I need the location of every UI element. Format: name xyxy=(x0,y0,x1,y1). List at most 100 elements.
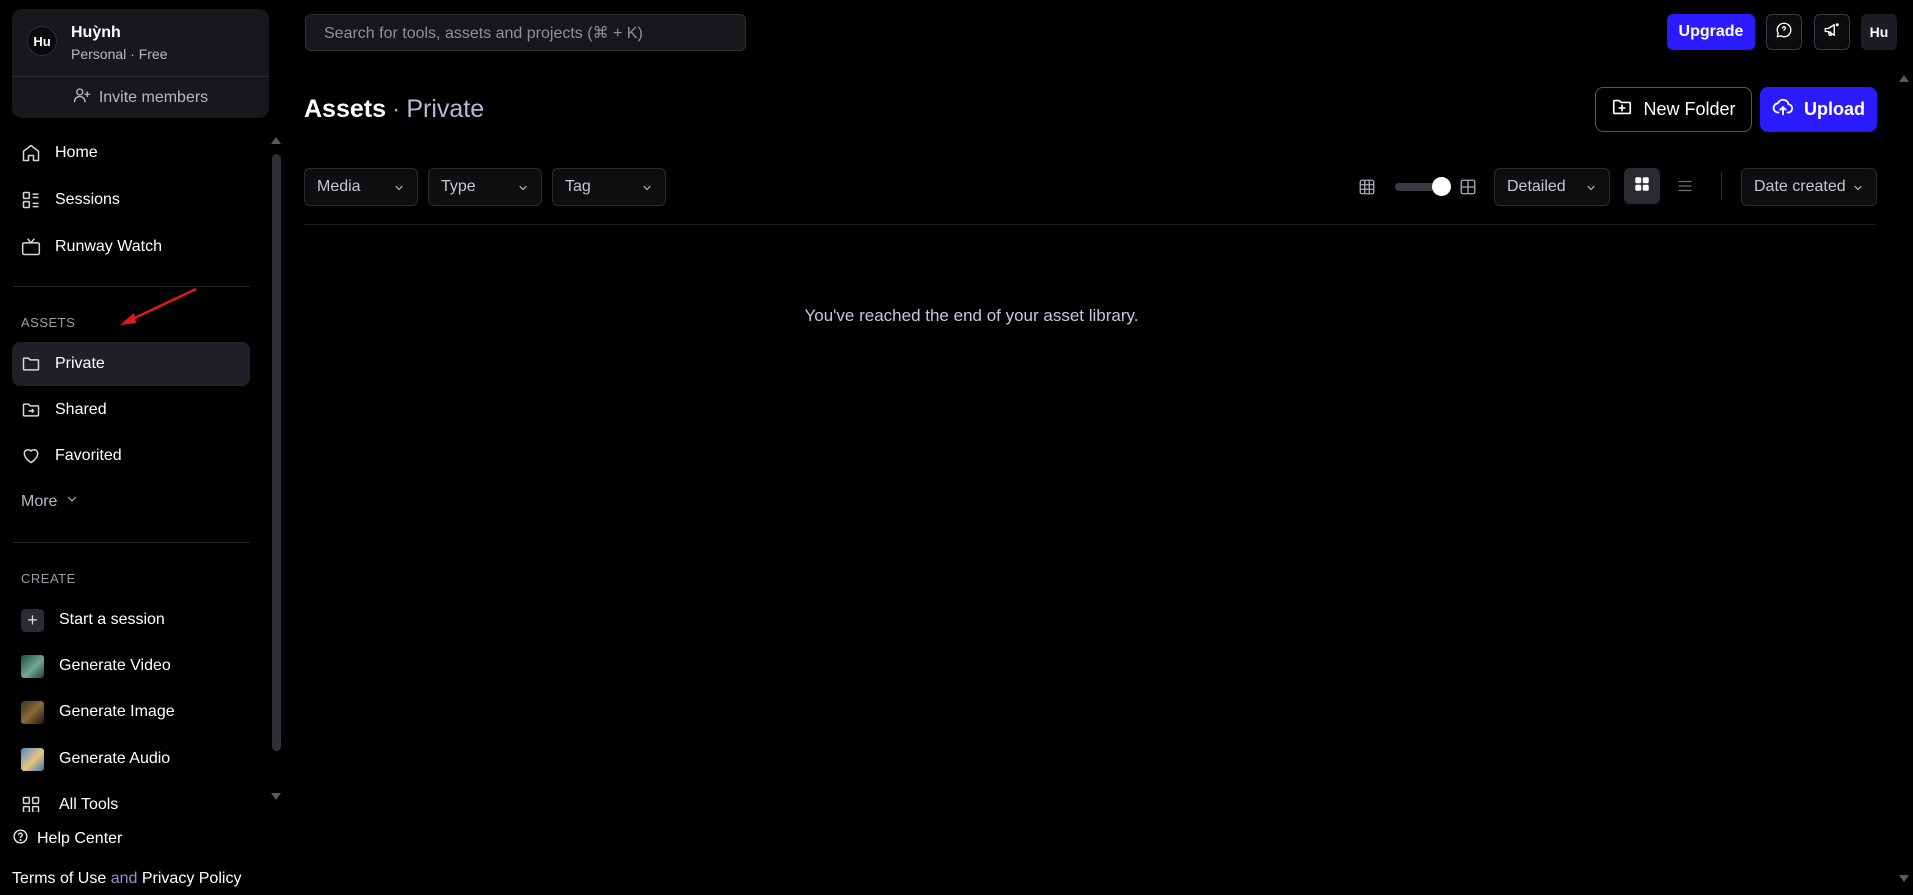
grid-view-icon xyxy=(1633,175,1651,198)
page-title-main: Assets xyxy=(304,95,386,123)
tag-filter-dropdown[interactable]: Tag xyxy=(552,168,666,206)
help-circle-icon xyxy=(12,828,29,850)
cloud-upload-icon xyxy=(1772,96,1794,123)
heart-icon xyxy=(21,446,41,466)
nav-private[interactable]: Private xyxy=(12,342,250,386)
upload-label: Upload xyxy=(1804,99,1865,119)
nav-favorited[interactable]: Favorited xyxy=(12,434,250,478)
upload-button[interactable]: Upload xyxy=(1760,87,1877,132)
chevron-down-icon xyxy=(65,492,79,511)
user-menu-button[interactable]: Hu xyxy=(1861,14,1897,50)
nav-generate-audio-label: Generate Audio xyxy=(59,750,171,767)
plus-icon: + xyxy=(21,609,44,632)
new-folder-label: New Folder xyxy=(1643,99,1736,119)
upgrade-button[interactable]: Upgrade xyxy=(1667,14,1755,50)
chevron-down-icon xyxy=(1854,185,1862,191)
shared-folder-icon xyxy=(21,400,41,420)
nav-runway-watch[interactable]: Runway Watch xyxy=(12,225,250,269)
nav-generate-video[interactable]: Generate Video xyxy=(12,644,250,688)
grid-view-button[interactable] xyxy=(1624,168,1660,204)
nav-all-tools-label: All Tools xyxy=(59,796,119,812)
terms-link[interactable]: Terms of Use xyxy=(12,870,106,887)
nav-start-session-label: Start a session xyxy=(59,611,165,628)
media-filter-label: Media xyxy=(317,178,361,195)
sidebar-scroll-up[interactable] xyxy=(271,137,281,144)
app-root: Hu Huỳnh Personal · Free Invite members … xyxy=(0,0,1913,895)
feedback-button[interactable] xyxy=(1766,14,1802,50)
video-thumbnail-icon xyxy=(21,655,44,678)
end-of-library-message: You've reached the end of your asset lib… xyxy=(804,306,1139,325)
sidebar-scrollbar[interactable] xyxy=(272,154,281,751)
list-view-icon[interactable] xyxy=(1676,177,1694,195)
invite-members-label: Invite members xyxy=(98,88,209,106)
sort-dropdown[interactable]: Date created xyxy=(1741,168,1877,206)
search-input[interactable]: Search for tools, assets and projects (⌘… xyxy=(305,14,746,51)
view-mode-dropdown[interactable]: Detailed xyxy=(1494,168,1610,206)
sidebar: Hu Huỳnh Personal · Free Invite members … xyxy=(0,0,290,895)
type-filter-dropdown[interactable]: Type xyxy=(428,168,542,206)
large-grid-icon[interactable] xyxy=(1459,178,1477,196)
more-toggle[interactable]: More xyxy=(21,492,79,511)
workspace-switcher[interactable]: Hu Huỳnh Personal · Free xyxy=(12,9,269,77)
sessions-icon xyxy=(21,190,41,210)
page-scroll-down[interactable] xyxy=(1899,875,1909,882)
empty-state: You've reached the end of your asset lib… xyxy=(0,306,1913,326)
nav-favorited-label: Favorited xyxy=(55,447,122,464)
legal-links: Terms of Use and Privacy Policy xyxy=(12,870,241,888)
folder-icon xyxy=(21,354,41,374)
workspace-name: Huỳnh xyxy=(71,24,121,41)
more-label: More xyxy=(21,492,58,510)
announcements-button[interactable] xyxy=(1814,14,1850,50)
nav-private-label: Private xyxy=(55,355,105,372)
page-scroll-up[interactable] xyxy=(1899,75,1909,82)
nav-generate-video-label: Generate Video xyxy=(59,657,171,674)
nav-generate-image[interactable]: Generate Image xyxy=(12,690,250,734)
invite-members-button[interactable]: Invite members xyxy=(12,77,269,118)
content-divider xyxy=(304,224,1877,225)
nav-sessions-label: Sessions xyxy=(55,191,120,208)
image-thumbnail-icon xyxy=(21,701,44,724)
type-filter-label: Type xyxy=(441,178,476,195)
sidebar-footer: Help Center Terms of Use and Privacy Pol… xyxy=(0,812,290,895)
thumbnail-size-slider-handle[interactable] xyxy=(1432,177,1451,196)
tv-icon xyxy=(21,237,41,257)
toolbar-divider xyxy=(1721,172,1722,200)
new-folder-button[interactable]: New Folder xyxy=(1595,87,1752,132)
chevron-down-icon xyxy=(1587,185,1595,191)
help-center-label: Help Center xyxy=(37,830,123,847)
nav-shared[interactable]: Shared xyxy=(12,388,250,432)
help-center-link[interactable]: Help Center xyxy=(12,828,122,850)
create-section-label: CREATE xyxy=(21,571,76,586)
nav-all-tools[interactable]: All Tools xyxy=(12,783,250,812)
privacy-link[interactable]: Privacy Policy xyxy=(142,870,242,887)
media-filter-dropdown[interactable]: Media xyxy=(304,168,418,206)
chevron-down-icon xyxy=(643,185,651,191)
view-mode-label: Detailed xyxy=(1507,178,1566,195)
small-grid-icon[interactable] xyxy=(1358,178,1376,196)
page-title-separator: · xyxy=(392,95,401,123)
sidebar-scroll-down[interactable] xyxy=(271,793,281,800)
nav-sessions[interactable]: Sessions xyxy=(12,178,250,222)
workspace-card: Hu Huỳnh Personal · Free Invite members xyxy=(12,9,269,118)
nav-shared-label: Shared xyxy=(55,401,107,418)
add-user-icon xyxy=(73,86,91,109)
nav-home[interactable]: Home xyxy=(12,131,250,175)
page-title: Assets · Private xyxy=(304,95,484,124)
audio-thumbnail-icon xyxy=(21,748,44,771)
nav-start-session[interactable]: + Start a session xyxy=(12,598,250,642)
workspace-plan: Personal · Free xyxy=(71,46,168,62)
and-text: and xyxy=(110,870,138,887)
sidebar-divider xyxy=(12,542,250,543)
nav-generate-audio[interactable]: Generate Audio xyxy=(12,737,250,781)
grid-icon xyxy=(21,795,41,812)
nav-generate-image-label: Generate Image xyxy=(59,703,175,720)
nav-runway-watch-label: Runway Watch xyxy=(55,238,162,255)
folder-plus-icon xyxy=(1611,96,1633,123)
chat-bubble-icon xyxy=(1775,21,1793,44)
tag-filter-label: Tag xyxy=(565,178,591,195)
page-title-sub: Private xyxy=(406,95,485,123)
chevron-down-icon xyxy=(395,185,403,191)
chevron-down-icon xyxy=(519,185,527,191)
megaphone-icon xyxy=(1823,21,1841,44)
sort-label: Date created xyxy=(1754,178,1846,195)
